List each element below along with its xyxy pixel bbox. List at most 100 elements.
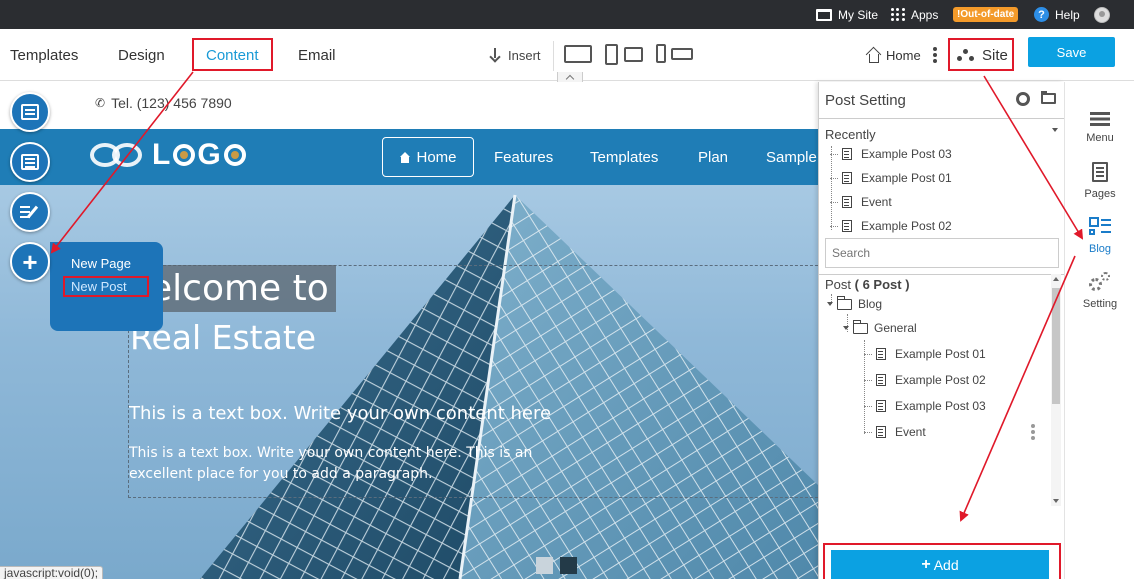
tree-post-item[interactable]: Example Post 02: [864, 369, 986, 391]
edit-text-icon: [20, 204, 40, 220]
phone-landscape-icon[interactable]: [671, 48, 693, 60]
edit-fab[interactable]: [10, 192, 50, 232]
apps-label: Apps: [911, 7, 939, 22]
sidebar-item-blog[interactable]: Blog: [1065, 217, 1134, 255]
tree-post-item[interactable]: Event: [864, 421, 926, 443]
sidebar-item-menu[interactable]: Menu: [1065, 112, 1134, 144]
new-post-highlight: [63, 276, 149, 297]
slider-dot-2[interactable]: [560, 557, 577, 574]
site-button-highlight: [948, 38, 1014, 71]
monitor-icon: [816, 8, 832, 21]
tree-post-item[interactable]: Example Post 03: [864, 395, 986, 417]
site-logo[interactable]: LG: [90, 138, 248, 171]
collapse-toggle-icon[interactable]: [827, 302, 833, 306]
add-fab[interactable]: +: [10, 242, 50, 282]
list-icon: [21, 154, 39, 170]
blocks-fab[interactable]: [10, 142, 50, 182]
nav-home[interactable]: Home: [382, 137, 474, 177]
help-icon: ?: [1034, 7, 1049, 22]
scroll-up-icon[interactable]: [1053, 277, 1059, 281]
recent-item[interactable]: Example Post 02: [830, 214, 952, 238]
tree-folder-general[interactable]: General: [843, 317, 917, 339]
plus-icon: +: [22, 247, 38, 277]
recent-item[interactable]: Example Post 03: [830, 142, 952, 166]
logo-rings-icon: [90, 141, 146, 169]
gears-icon: [1089, 272, 1111, 292]
user-avatar[interactable]: [1094, 0, 1110, 29]
tablet-landscape-icon[interactable]: [624, 47, 643, 62]
phone-portrait-icon[interactable]: [656, 44, 666, 63]
layout-icon: [21, 104, 39, 120]
logo-o-mark: [173, 144, 196, 166]
sections-fab[interactable]: [10, 92, 50, 132]
recent-item-label: Example Post 01: [861, 171, 952, 185]
document-icon: [876, 374, 886, 386]
nav-sample[interactable]: Sample: [766, 129, 817, 185]
out-of-date-badge[interactable]: !Out-of-date: [953, 0, 1019, 29]
recent-item-label: Event: [861, 195, 892, 209]
nav-plan[interactable]: Plan: [698, 129, 728, 185]
logo-o-mark-2: [223, 144, 246, 166]
hero-subtitle[interactable]: This is a text box. Write your own conte…: [129, 403, 551, 424]
hero-title-line-1[interactable]: elcome to: [150, 268, 329, 309]
right-sidebar: Menu Pages Blog Setting: [1064, 82, 1134, 579]
tablet-portrait-icon[interactable]: [605, 44, 618, 65]
panel-divider: [819, 118, 1064, 119]
chevron-down-icon[interactable]: [1052, 128, 1058, 132]
folder-label: General: [874, 321, 917, 335]
slider-dots: [536, 557, 577, 574]
document-icon: [842, 148, 852, 160]
collapse-toggle-icon[interactable]: [843, 326, 849, 330]
my-site-link[interactable]: My Site: [816, 0, 878, 29]
recent-item[interactable]: Event: [830, 190, 892, 214]
sidebar-item-setting[interactable]: Setting: [1065, 272, 1134, 310]
folder-label: Blog: [858, 297, 883, 311]
tree-post-item[interactable]: Example Post 01: [864, 343, 986, 365]
insert-button[interactable]: Insert: [488, 29, 541, 81]
post-search-input[interactable]: [825, 238, 1059, 268]
document-icon: [842, 196, 852, 208]
sidebar-item-pages[interactable]: Pages: [1065, 162, 1134, 200]
desktop-view-icon[interactable]: [564, 45, 592, 63]
save-button[interactable]: Save: [1028, 37, 1115, 67]
download-arrow-icon: [488, 48, 502, 62]
browser-status-bar: javascript:void(0);: [0, 566, 104, 579]
contact-strip: ✆ Tel. (123) 456 7890: [0, 82, 818, 129]
home-icon: [866, 48, 880, 63]
toolbar-divider: [553, 41, 554, 71]
tree-folder-blog[interactable]: Blog: [827, 293, 882, 315]
post-count: ( 6 Post ): [854, 277, 910, 292]
nav-features[interactable]: Features: [494, 129, 553, 185]
more-options-icon[interactable]: [933, 47, 937, 63]
folder-icon: [853, 319, 868, 334]
help-link[interactable]: ? Help: [1034, 0, 1080, 29]
tab-design[interactable]: Design: [118, 29, 165, 81]
tab-templates[interactable]: Templates: [10, 29, 78, 81]
folder-icon: [837, 295, 852, 310]
scroll-down-icon[interactable]: [1053, 499, 1059, 503]
tree-scrollbar[interactable]: [1051, 274, 1061, 506]
document-icon: [842, 220, 852, 232]
post-count-label: Post ( 6 Post ): [825, 277, 910, 292]
settings-gear-icon[interactable]: [1016, 92, 1030, 106]
home-page-selector[interactable]: Home: [866, 29, 921, 81]
nav-home-icon: [399, 151, 411, 163]
hero-paragraph[interactable]: This is a text box. Write your own conte…: [129, 443, 579, 485]
document-icon: [876, 426, 886, 438]
blog-icon: [1089, 217, 1111, 237]
apps-link[interactable]: Apps: [891, 0, 938, 29]
help-label: Help: [1055, 7, 1080, 22]
row-options-icon[interactable]: [1031, 424, 1035, 440]
menu-new-page[interactable]: New Page: [71, 256, 131, 271]
recent-item[interactable]: Example Post 01: [830, 166, 952, 190]
post-item-label: Example Post 01: [895, 347, 986, 361]
avatar-icon: [1094, 6, 1110, 23]
scrollbar-thumb[interactable]: [1052, 288, 1060, 404]
tab-email[interactable]: Email: [298, 29, 336, 81]
sidebar-item-label: Pages: [1084, 188, 1116, 200]
slider-dot-1[interactable]: [536, 557, 553, 574]
sidebar-item-label: Setting: [1082, 298, 1118, 310]
nav-templates[interactable]: Templates: [590, 129, 658, 185]
out-of-date-label: !Out-of-date: [953, 7, 1019, 22]
folder-open-icon[interactable]: [1041, 91, 1056, 104]
